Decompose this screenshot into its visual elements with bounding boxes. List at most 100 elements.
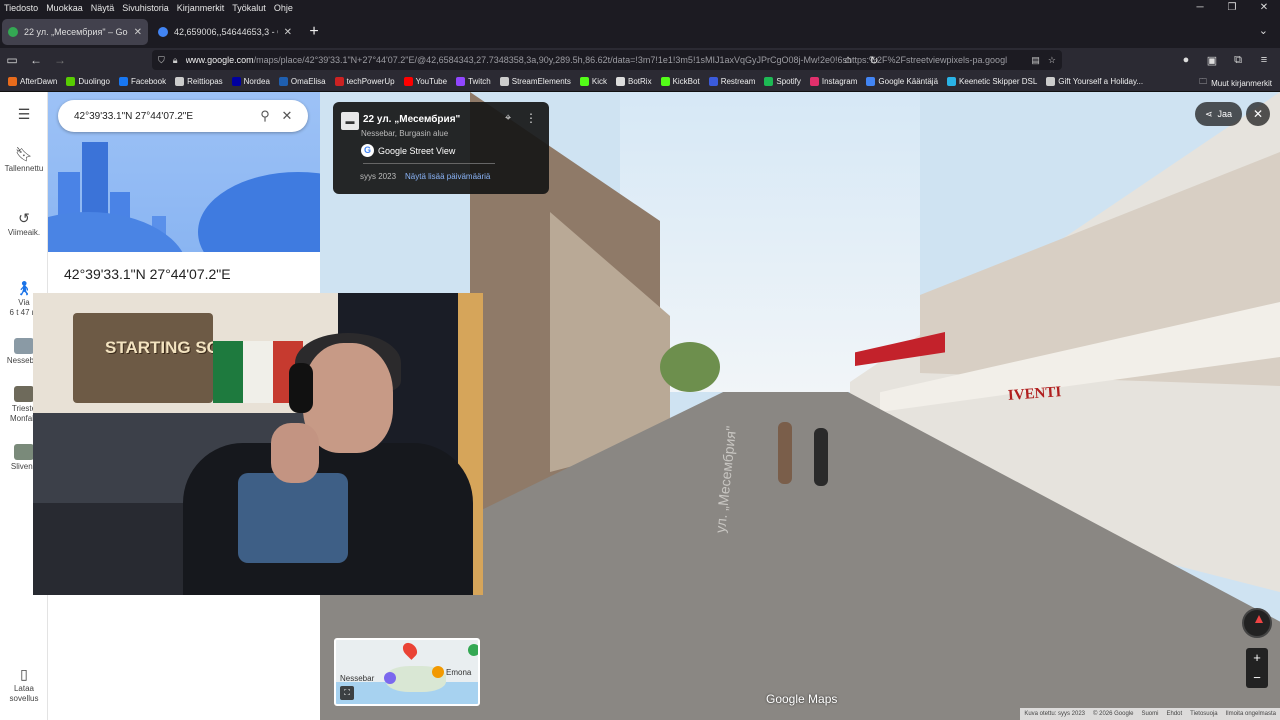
tab-street-view[interactable]: 22 ул. „Месембрия" – Google M ✕ [2,19,148,45]
bookmark-item[interactable]: AfterDawn [8,77,57,86]
footer-report-link[interactable]: Ilmoita ongelmasta [1226,711,1276,717]
bookmark-favicon-icon [278,77,288,86]
lock-icon[interactable]: 🔒︎ [173,55,178,66]
extensions-icon[interactable]: ⧉ [1228,54,1248,67]
sidebar-toggle-icon[interactable]: ▭ [0,53,24,67]
bookmark-item[interactable]: YouTube [403,77,447,86]
bookmark-favicon-icon [118,77,128,86]
poster [73,313,213,403]
bookmark-item[interactable]: Duolingo [66,77,110,86]
reload-icon[interactable]: ↻ [864,54,884,67]
footer-capture-date: Kuva otettu: syys 2023 [1024,711,1086,717]
menu-hamburger[interactable]: ☰ [0,106,48,124]
bookmark-favicon-icon [708,77,718,86]
search-icon[interactable]: ⚲ [254,108,276,124]
close-tab-icon[interactable]: ✕ [284,27,292,38]
footer-terms-link[interactable]: Ehdot [1166,711,1182,717]
bookmark-item[interactable]: Gift Yourself a Holiday... [1046,77,1143,86]
thumbnail-toggle-icon[interactable]: ▬ [341,112,359,130]
poi-icon [384,672,396,684]
bookmark-favicon-icon [809,77,819,86]
menu-bookmarks[interactable]: Kirjanmerkit [173,1,229,15]
menu-tools[interactable]: Työkalut [228,1,270,15]
forward-icon[interactable]: → [48,53,72,67]
menu-view[interactable]: Näytä [87,1,119,15]
footer-language-link[interactable]: Suomi [1141,711,1158,717]
bookmark-item[interactable]: Reittiopas [175,77,223,86]
other-bookmarks[interactable]: 🗀︎ Muut kirjanmerkit [1199,76,1272,90]
location-pin-icon[interactable]: ⌖ [505,112,511,125]
google-logo-icon: G [361,144,374,157]
bookmark-item[interactable]: Restream [708,77,755,86]
tab-list-icon[interactable]: ⌄ [1259,24,1268,37]
bookmark-favicon-icon [499,77,509,86]
google-maps-watermark: Google Maps [766,692,838,706]
menu-history[interactable]: Sivuhistoria [118,1,173,15]
bookmark-item[interactable]: Nordea [231,77,270,86]
account-icon[interactable]: ● [1176,54,1196,66]
more-options-icon[interactable]: ⋮ [525,111,537,125]
footer-privacy-link[interactable]: Tietosuoja [1190,711,1217,717]
bookmark-icon: 🔖︎ [15,146,33,162]
street-view-info-card: ▬ 22 ул. „Месембрия" Nessebar, Burgasin … [333,102,549,194]
bookmark-item[interactable]: KickBot [660,77,700,86]
pedestrian [778,422,792,484]
bookmark-item[interactable]: techPowerUp [334,77,395,86]
bookmark-item[interactable]: Facebook [118,77,166,86]
close-tab-icon[interactable]: ✕ [134,27,142,38]
window-controls: ─ ❐ ✕ [1184,0,1280,16]
back-icon[interactable]: ← [24,53,48,67]
close-window-icon[interactable]: ✕ [1248,0,1280,16]
bookmark-item[interactable]: Twitch [456,77,491,86]
google-favicon-icon [158,27,168,37]
home-icon[interactable]: ⌂ [838,54,858,66]
zoom-in-icon[interactable]: + [1246,648,1268,668]
sv-address: 22 ул. „Месембрия" [363,114,461,125]
expand-map-icon[interactable]: ⛶ [340,686,354,700]
divider [363,163,495,164]
minimize-icon[interactable]: ─ [1184,0,1216,16]
bookmark-favicon-icon [1046,77,1056,86]
tab-title: 42,659006,,54644653,3 - Googl [174,27,278,37]
menu-edit[interactable]: Muokkaa [42,1,87,15]
close-street-view-button[interactable]: ✕ [1246,102,1270,126]
compass-icon[interactable] [1242,608,1272,638]
rail-get-app[interactable]: ▯ Lataa sovellus [0,666,48,704]
bookmark-favicon-icon [231,77,241,86]
share-icon: ⋖ [1204,108,1213,119]
app-menu-icon[interactable]: ≡ [1254,54,1274,66]
show-more-dates-link[interactable]: Näytä lisää päivämääriä [405,172,490,181]
bookmark-item[interactable]: Keenetic Skipper DSL [947,77,1037,86]
extension-badge-icon[interactable]: ▣ [1202,54,1222,67]
menu-file[interactable]: Tiedosto [0,1,42,15]
bookmark-item[interactable]: Google Kääntäjä [866,77,938,86]
bookmark-item[interactable]: Spotify [764,77,801,86]
hamburger-menu-icon[interactable]: ☰ [0,106,48,122]
maximize-icon[interactable]: ❐ [1216,0,1248,16]
map-pin-icon [400,640,420,660]
hill-shape [198,172,320,252]
shield-icon[interactable]: ⛉ [158,55,165,66]
share-button[interactable]: ⋖ Jaa [1194,102,1242,126]
search-box[interactable]: 42°39'33.1"N 27°44'07.2"E ⚲ ✕ [58,100,308,132]
rail-recent[interactable]: ↺ Viimeaik. [0,210,48,238]
bookmark-item[interactable]: Kick [579,77,607,86]
tree [660,342,720,392]
tab-coordinates[interactable]: 42,659006,,54644653,3 - Googl ✕ [152,19,298,45]
search-input[interactable]: 42°39'33.1"N 27°44'07.2"E [74,111,254,122]
webcam-overlay: STARTING SOON [33,293,483,595]
tab-title: 22 ул. „Месембрия" – Google M [24,27,128,37]
new-tab-icon[interactable]: + [302,23,326,41]
mini-map[interactable]: Nessebar Emona ⛶ [334,638,480,706]
bookmark-item[interactable]: Instagram [809,77,857,86]
bookmark-item[interactable]: StreamElements [499,77,571,86]
clear-search-icon[interactable]: ✕ [276,108,298,124]
bookmark-item[interactable]: OmaElisa [278,77,326,86]
bookmark-item[interactable]: BotRix [616,77,652,86]
zoom-out-icon[interactable]: − [1246,668,1268,688]
map-label-poi: Emona [446,668,472,677]
menu-help[interactable]: Ohje [270,1,297,15]
bookmark-favicon-icon [764,77,774,86]
place-thumbnail [14,338,34,354]
rail-saved[interactable]: 🔖︎ Tallennettu [0,146,48,174]
